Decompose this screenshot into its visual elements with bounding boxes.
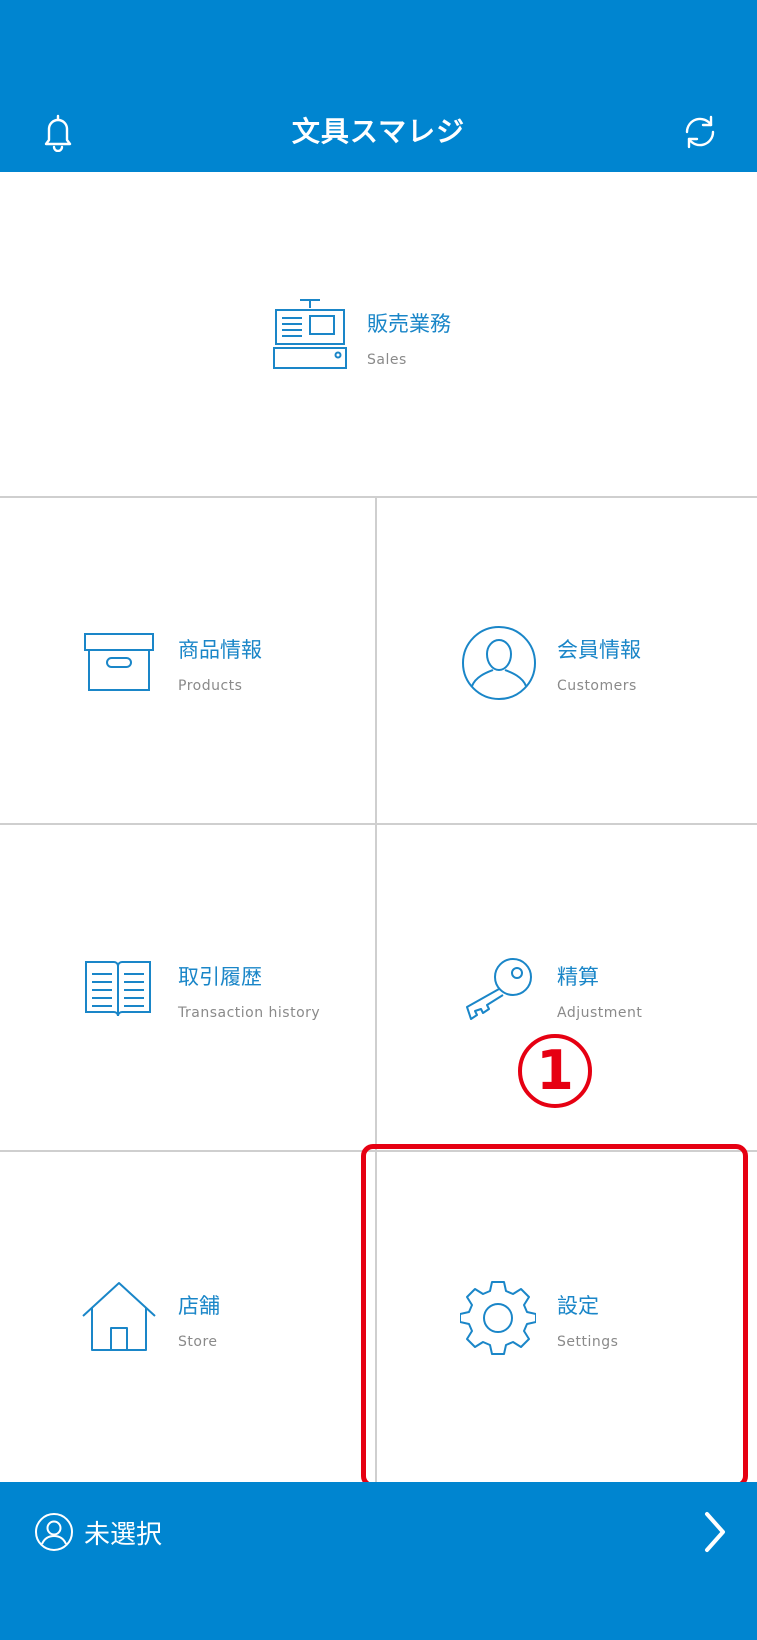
gear-icon	[460, 1281, 536, 1355]
key-icon	[466, 958, 532, 1020]
staff-name: 未選択	[84, 1520, 163, 1550]
refresh-icon	[685, 115, 715, 149]
step-marker: 1	[518, 1034, 592, 1108]
tile-sublabel: Settings	[557, 1334, 619, 1350]
staff-bar[interactable]: 未選択	[0, 1482, 757, 1640]
box-icon	[84, 633, 154, 691]
cash-register-icon	[273, 299, 347, 369]
house-icon	[82, 1282, 156, 1351]
menu-tile-products[interactable]: 商品情報 Products	[0, 498, 377, 825]
tile-sublabel: Customers	[557, 678, 637, 694]
tile-label: 店舗	[178, 1294, 220, 1318]
staff-icon	[35, 1513, 73, 1551]
user-icon	[462, 626, 536, 700]
menu-tile-store[interactable]: 店舗 Store	[0, 1152, 377, 1482]
menu-tile-customers[interactable]: 会員情報 Customers	[377, 498, 757, 825]
tile-label: 商品情報	[178, 638, 262, 662]
tile-label: 取引履歴	[178, 965, 262, 989]
refresh-button[interactable]	[680, 112, 720, 152]
tile-label: 販売業務	[367, 312, 451, 336]
menu-tile-sales[interactable]: 販売業務 Sales	[0, 172, 757, 498]
tile-sublabel: Adjustment	[557, 1005, 643, 1021]
tile-sublabel: Store	[178, 1334, 218, 1350]
menu-tile-history[interactable]: 取引履歴 Transaction history	[0, 825, 377, 1152]
page-title: 文具スマレジ	[291, 115, 466, 148]
tile-sublabel: Sales	[367, 352, 407, 368]
chevron-right-icon[interactable]	[700, 1508, 730, 1556]
tile-sublabel: Transaction history	[178, 1005, 321, 1021]
tile-sublabel: Products	[178, 678, 243, 694]
app-header: 文具スマレジ	[0, 0, 757, 172]
book-icon	[85, 961, 151, 1017]
menu-tile-settings[interactable]: 設定 Settings	[377, 1152, 757, 1482]
tile-label: 設定	[557, 1294, 599, 1318]
tile-label: 精算	[557, 965, 599, 989]
tile-label: 会員情報	[557, 638, 641, 662]
